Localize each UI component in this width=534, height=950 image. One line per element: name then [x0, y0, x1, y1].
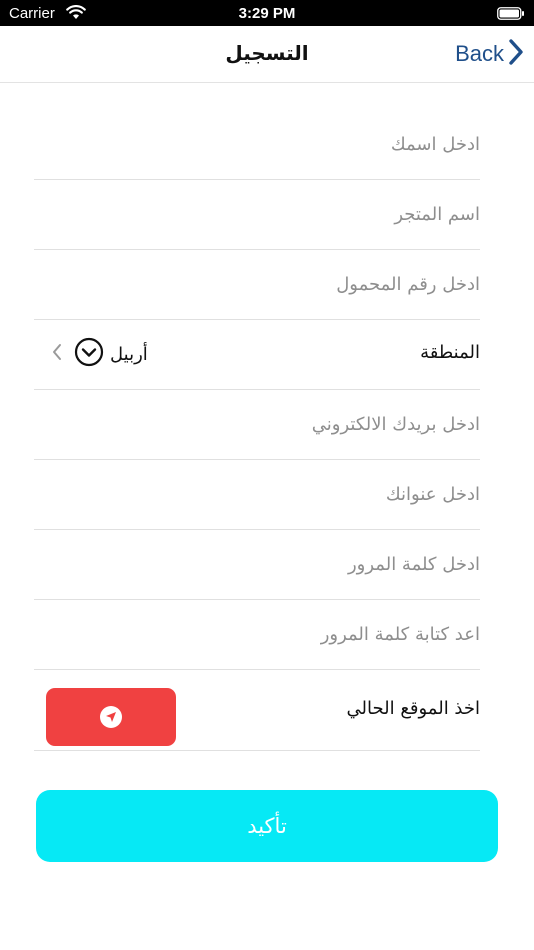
- back-button[interactable]: Back: [455, 38, 524, 70]
- region-label: المنطقة: [420, 342, 480, 363]
- password-row: [34, 530, 480, 600]
- region-value: أربيل: [110, 343, 148, 365]
- address-row: [34, 460, 480, 530]
- status-bar: Carrier 3:29 PM: [0, 0, 534, 26]
- chevron-left-icon: [52, 343, 62, 365]
- back-button-label: Back: [455, 41, 504, 66]
- store-name-input[interactable]: [34, 196, 480, 232]
- email-row: [34, 390, 480, 460]
- password-input[interactable]: [34, 546, 480, 582]
- name-row: [34, 110, 480, 180]
- region-row: المنطقة أربيل: [34, 320, 480, 390]
- password-confirm-row: [34, 600, 480, 670]
- location-label: اخذ الموقع الحالي: [346, 698, 480, 719]
- location-row: اخذ الموقع الحالي: [34, 670, 480, 751]
- name-input[interactable]: [34, 126, 480, 162]
- email-input[interactable]: [34, 406, 480, 442]
- chevron-down-circle-icon: [74, 337, 104, 371]
- address-input[interactable]: [34, 476, 480, 512]
- password-confirm-input[interactable]: [34, 616, 480, 652]
- navigation-bar: التسجيل Back: [0, 26, 534, 83]
- clock: 3:29 PM: [238, 5, 296, 22]
- store-row: [34, 180, 480, 250]
- mobile-input[interactable]: [34, 266, 480, 302]
- location-arrow-icon: [100, 706, 122, 728]
- mobile-row: [34, 250, 480, 320]
- page-title: التسجيل: [225, 41, 309, 65]
- chevron-right-icon: [508, 38, 524, 70]
- battery-icon: [497, 7, 525, 24]
- registration-form: المنطقة أربيل اخذ الموقع الحالي: [34, 110, 480, 751]
- get-location-button[interactable]: [46, 688, 176, 746]
- region-select[interactable]: أربيل: [52, 337, 148, 371]
- confirm-button[interactable]: تأكيد: [36, 790, 498, 862]
